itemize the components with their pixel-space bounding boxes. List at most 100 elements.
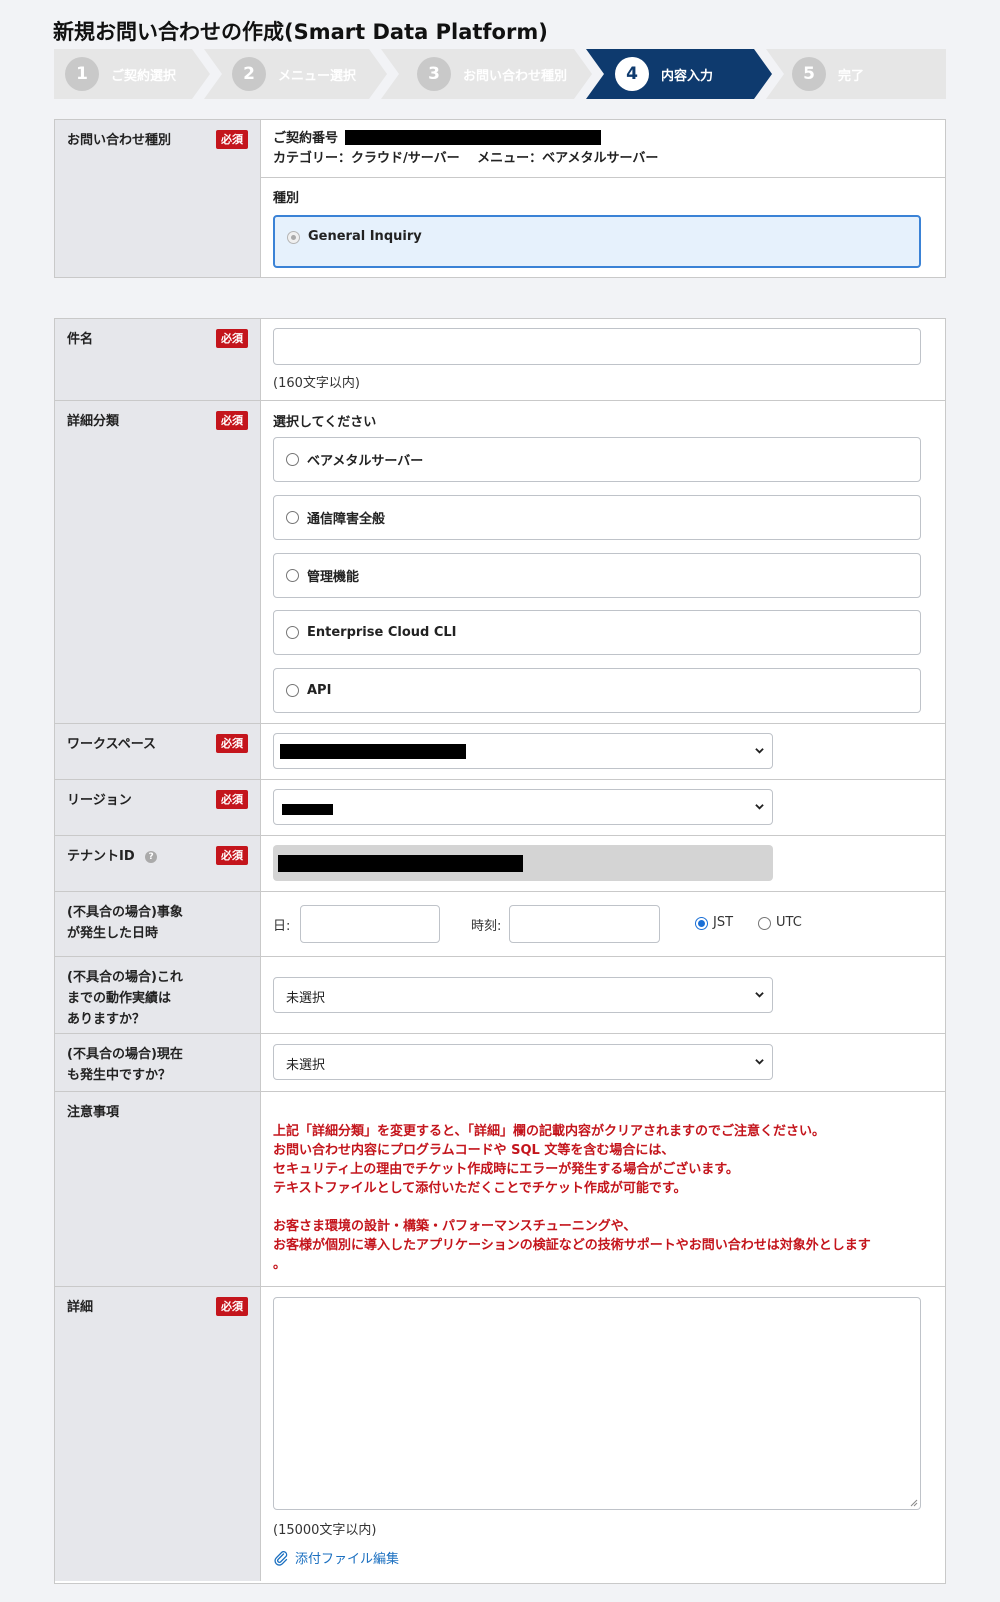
subject-label-cell: 件名 必須 bbox=[55, 319, 261, 400]
step-number: 2 bbox=[232, 57, 266, 91]
divider bbox=[261, 177, 945, 178]
contract-number-label: ご契約番号 bbox=[273, 131, 339, 146]
notice-line: お問い合わせ内容にプログラムコードや SQL 文等を含む場合には、 bbox=[273, 1143, 675, 1158]
radio-button[interactable] bbox=[286, 453, 299, 466]
field-label-line: (不具合の場合)現在 bbox=[67, 1047, 183, 1062]
radio-utc[interactable] bbox=[758, 917, 771, 930]
step-label: お問い合わせ種別 bbox=[463, 68, 568, 84]
option-label: ベアメタルサーバー bbox=[307, 454, 424, 469]
detail-option-management[interactable]: 管理機能 bbox=[273, 553, 921, 598]
detail-option-cli[interactable]: Enterprise Cloud CLI bbox=[273, 610, 921, 655]
step-2: 2 メニュー選択 bbox=[204, 49, 387, 99]
tenant-id-label-cell: テナントID ? 必須 bbox=[55, 836, 261, 891]
field-label: リージョン bbox=[67, 793, 132, 808]
detail-category-label-cell: 詳細分類 必須 bbox=[55, 401, 261, 723]
step-number: 1 bbox=[65, 57, 99, 91]
detail-category-prompt: 選択してください bbox=[273, 415, 377, 430]
chevron-down-icon bbox=[755, 992, 764, 998]
inquiry-form-table: 件名 必須 (160文字以内) 詳細分類 必須 選択してください ベアメタルサー… bbox=[54, 318, 946, 1584]
details-value-cell: (15000文字以内) 添付ファイル編集 bbox=[261, 1287, 945, 1581]
workspace-value-cell bbox=[261, 724, 945, 779]
contract-info: ご契約番号 カテゴリー：クラウド/サーバー メニュー：ベアメタルサーバー bbox=[273, 129, 658, 169]
page-title: 新規お問い合わせの作成(Smart Data Platform) bbox=[53, 20, 548, 44]
time-input[interactable] bbox=[509, 905, 660, 943]
attach-file-link[interactable]: 添付ファイル編集 bbox=[273, 1548, 399, 1567]
step-progress: 1 ご契約選択 2 メニュー選択 3 お問い合わせ種別 4 内容入力 5 完了 bbox=[54, 49, 946, 99]
required-badge: 必須 bbox=[216, 734, 248, 753]
still-occurring-select[interactable]: 未選択 bbox=[273, 1044, 773, 1080]
subject-input[interactable] bbox=[273, 328, 921, 365]
inquiry-type-value: ご契約番号 カテゴリー：クラウド/サーバー メニュー：ベアメタルサーバー 種別 … bbox=[261, 120, 945, 277]
required-badge: 必須 bbox=[216, 1297, 248, 1316]
past-operation-select[interactable]: 未選択 bbox=[273, 977, 773, 1013]
details-char-limit: (15000文字以内) bbox=[273, 1523, 377, 1538]
past-operation-label-cell: (不具合の場合)これ までの動作実績は ありますか？ bbox=[55, 957, 261, 1033]
redacted-workspace bbox=[280, 744, 466, 759]
select-value: 未選択 bbox=[286, 991, 326, 1006]
workspace-label-cell: ワークスペース 必須 bbox=[55, 724, 261, 779]
required-badge: 必須 bbox=[216, 411, 248, 430]
notice-line: 上記「詳細分類」を変更すると、「詳細」欄の記載内容がクリアされますのでご注意くだ… bbox=[273, 1124, 825, 1139]
radio-disabled-checked[interactable] bbox=[287, 231, 300, 244]
notes-label-cell: 注意事項 bbox=[55, 1092, 261, 1286]
field-label-line: ありますか？ bbox=[67, 1012, 146, 1027]
subject-row: 件名 必須 (160文字以内) bbox=[55, 319, 945, 401]
detail-category-value-cell: 選択してください ベアメタルサーバー 通信障害全般 管理機能 Enterpris… bbox=[261, 401, 945, 723]
details-row: 詳細 必須 (15000文字以内) 添付ファイル編集 bbox=[55, 1287, 945, 1581]
notes-row: 注意事項 上記「詳細分類」を変更すると、「詳細」欄の記載内容がクリアされますので… bbox=[55, 1092, 945, 1287]
category-line-text: カテゴリー：クラウド/サーバー メニュー：ベアメタルサーバー bbox=[273, 151, 659, 166]
paperclip-icon bbox=[274, 1550, 288, 1566]
radio-button[interactable] bbox=[286, 626, 299, 639]
option-label: 管理機能 bbox=[307, 570, 360, 585]
field-label: ワークスペース bbox=[67, 737, 157, 752]
occurrence-datetime-row: (不具合の場合)事象 が発生した日時 日: 時刻: JST UTC bbox=[55, 892, 945, 957]
detail-option-baremetal[interactable]: ベアメタルサーバー bbox=[273, 437, 921, 482]
details-textarea[interactable] bbox=[273, 1297, 921, 1510]
tz-jst-label: JST bbox=[713, 915, 734, 930]
region-label-cell: リージョン 必須 bbox=[55, 780, 261, 835]
step-number: 5 bbox=[792, 57, 826, 91]
inquiry-type-row: お問い合わせ種別 必須 ご契約番号 カテゴリー：クラウド/サーバー メニュー：ベ… bbox=[55, 120, 945, 277]
still-occurring-label-cell: (不具合の場合)現在 も発生中ですか？ bbox=[55, 1034, 261, 1091]
inquiry-type-table: お問い合わせ種別 必須 ご契約番号 カテゴリー：クラウド/サーバー メニュー：ベ… bbox=[54, 119, 946, 278]
region-row: リージョン 必須 bbox=[55, 780, 945, 836]
type-option-label: General Inquiry bbox=[308, 229, 422, 244]
radio-jst-checked[interactable] bbox=[695, 917, 708, 930]
resize-handle-icon[interactable] bbox=[909, 1498, 918, 1507]
step-label: 内容入力 bbox=[661, 68, 714, 84]
detail-option-api[interactable]: API bbox=[273, 668, 921, 713]
notice-line: お客様が個別に導入したアプリケーションの検証などの技術サポートやお問い合わせは対… bbox=[273, 1238, 871, 1253]
select-value: 未選択 bbox=[286, 1058, 326, 1073]
step-3: 3 お問い合わせ種別 bbox=[381, 49, 592, 99]
redacted-contract-number bbox=[345, 130, 601, 145]
detail-category-row: 詳細分類 必須 選択してください ベアメタルサーバー 通信障害全般 管理機能 E… bbox=[55, 401, 945, 724]
past-operation-value-cell: 未選択 bbox=[261, 957, 945, 1033]
notes-value-cell: 上記「詳細分類」を変更すると、「詳細」欄の記載内容がクリアされますのでご注意くだ… bbox=[261, 1092, 945, 1286]
subject-char-limit: (160文字以内) bbox=[273, 376, 360, 391]
subject-value-cell: (160文字以内) bbox=[261, 319, 945, 400]
tenant-id-value-cell bbox=[261, 836, 945, 891]
notice-line: テキストファイルとして添付いただくことでチケット作成が可能です。 bbox=[273, 1181, 687, 1196]
help-icon[interactable]: ? bbox=[145, 851, 158, 863]
field-label: 件名 bbox=[67, 332, 94, 347]
notice-line: お客さま環境の設計・構築・パフォーマンスチューニングや、 bbox=[273, 1219, 637, 1234]
option-label: 通信障害全般 bbox=[307, 512, 386, 527]
required-badge: 必須 bbox=[216, 130, 248, 149]
day-label: 日: bbox=[273, 919, 291, 934]
workspace-select[interactable] bbox=[273, 733, 773, 769]
radio-button[interactable] bbox=[286, 511, 299, 524]
still-occurring-row: (不具合の場合)現在 も発生中ですか？ 未選択 bbox=[55, 1034, 945, 1092]
occurrence-value-cell: 日: 時刻: JST UTC bbox=[261, 892, 945, 956]
radio-button[interactable] bbox=[286, 684, 299, 697]
workspace-row: ワークスペース 必須 bbox=[55, 724, 945, 780]
details-label-cell: 詳細 必須 bbox=[55, 1287, 261, 1581]
type-heading: 種別 bbox=[273, 191, 300, 206]
occurrence-label-cell: (不具合の場合)事象 が発生した日時 bbox=[55, 892, 261, 956]
detail-option-network-failure[interactable]: 通信障害全般 bbox=[273, 495, 921, 540]
region-select[interactable] bbox=[273, 789, 773, 825]
tz-utc-label: UTC bbox=[776, 915, 802, 930]
type-option-general-inquiry[interactable]: General Inquiry bbox=[273, 215, 921, 268]
field-label: 注意事項 bbox=[67, 1105, 120, 1120]
radio-button[interactable] bbox=[286, 569, 299, 582]
date-input[interactable] bbox=[300, 905, 440, 943]
